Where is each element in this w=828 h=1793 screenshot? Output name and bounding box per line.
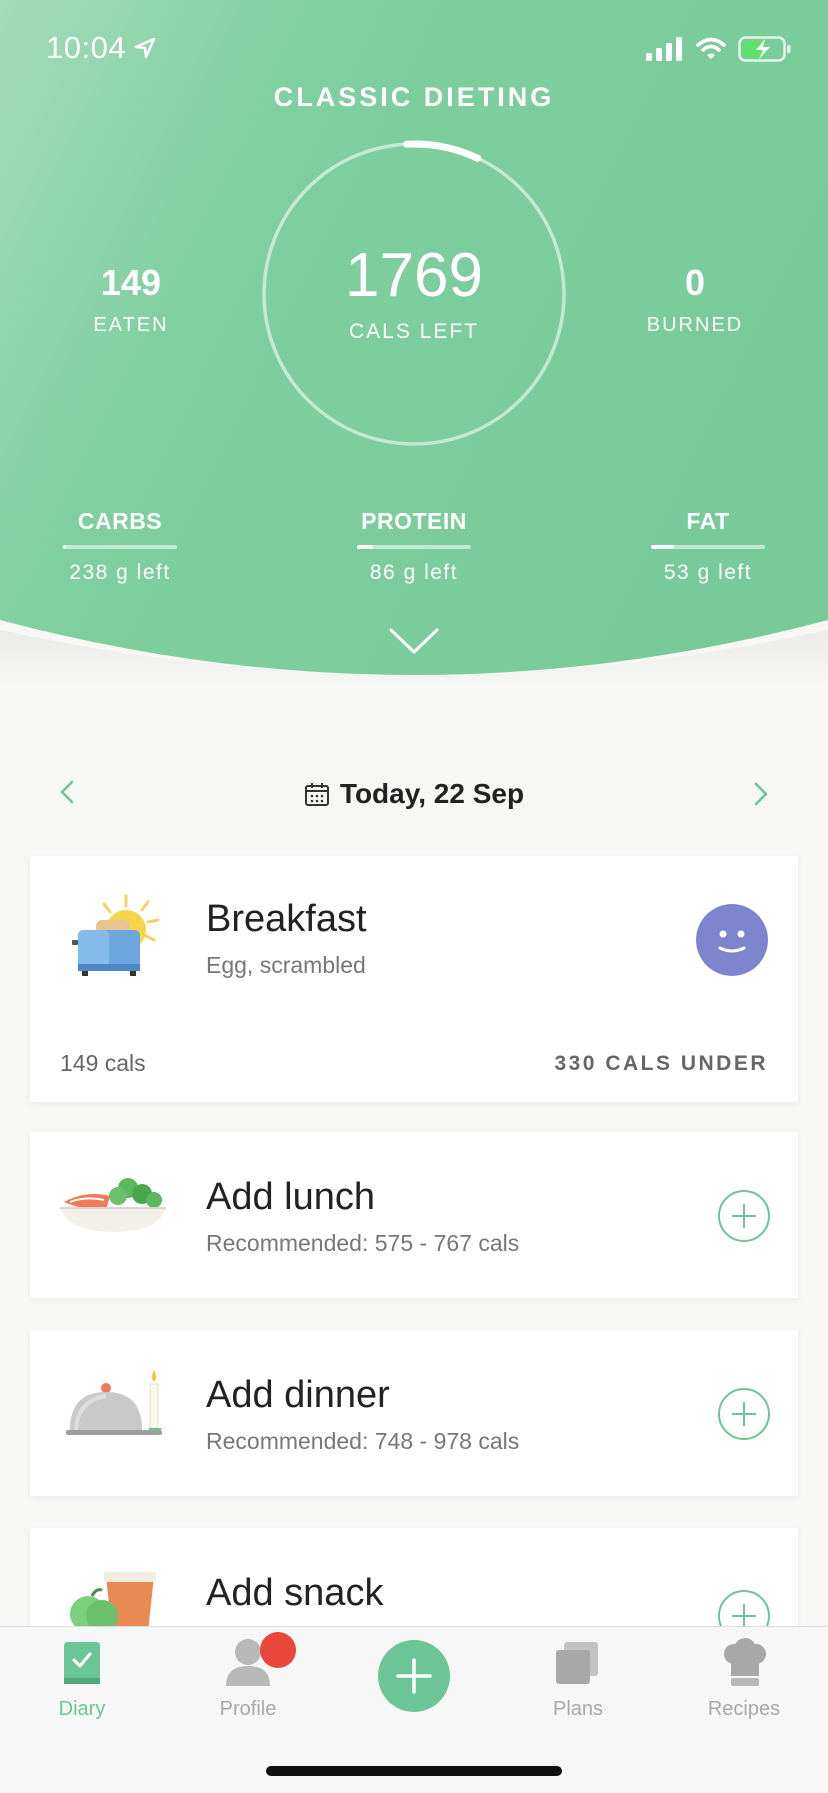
date-label: Today, 22 Sep [339,778,525,809]
salad-bowl-icon [60,1178,166,1232]
macro-left: 238 g left [69,561,171,584]
lunch-recommended: Recommended: 575 - 767 cals [206,1230,520,1256]
macro-name: CARBS [77,508,163,534]
lunch-title: Add lunch [206,1176,376,1218]
mood-avatar-icon[interactable] [696,904,768,976]
breakfast-card[interactable]: Breakfast Egg, scrambled 149 cals 330 CA… [30,856,798,1102]
date-selector[interactable]: Today, 22 Sep [0,778,828,810]
dinner-card[interactable]: Add dinner Recommended: 748 - 978 cals [30,1330,798,1496]
chef-hat-icon [724,1638,766,1686]
profile-person-icon [226,1632,296,1686]
macro-left: 86 g left [369,561,459,584]
macro-bar [357,545,471,549]
breakfast-status: 330 CALS UNDER [554,1052,768,1075]
plans-cards-icon [556,1642,598,1684]
snack-apple-cup-icon [70,1572,156,1632]
burned-label: BURNED [646,314,744,336]
home-indicator [266,1766,562,1776]
battery-charging-icon [738,36,791,62]
calorie-ring-progress [403,140,482,162]
macro-carbs: CARBS 238 g left [50,508,190,585]
chevron-down-icon[interactable] [388,626,440,656]
burned-value: 0 [684,262,706,303]
breakfast-cals: 149 cals [60,1050,146,1076]
dinner-title: Add dinner [206,1374,390,1416]
chevron-right-icon[interactable] [750,780,772,808]
macro-name: PROTEIN [361,508,467,534]
tab-diary-label: Diary [58,1698,106,1720]
macro-bar [63,545,177,549]
dinner-recommended: Recommended: 748 - 978 cals [206,1428,520,1454]
signal-icon [646,37,682,61]
snack-title: Add snack [206,1572,384,1614]
eaten-value: 149 [100,262,162,303]
add-lunch-button[interactable] [718,1190,770,1242]
tab-plans-label: Plans [552,1698,604,1720]
calendar-icon [304,783,329,806]
tab-profile-label: Profile [219,1698,277,1720]
cloche-candle-icon [66,1370,162,1435]
macro-bar [651,545,765,549]
macro-bar-fill [651,545,674,549]
macro-left: 53 g left [663,561,753,584]
status-icons [646,36,792,62]
lunch-card[interactable]: Add lunch Recommended: 575 - 767 cals [30,1132,798,1298]
macro-bar-fill [63,545,67,549]
breakfast-toaster-icon [72,894,160,976]
cals-left-value: 1769 [345,241,483,310]
add-entry-button[interactable] [378,1640,450,1712]
notification-badge [260,1632,296,1668]
diary-book-icon [64,1642,100,1684]
macro-bar-fill [357,545,373,549]
tab-recipes-label: Recipes [707,1698,781,1720]
location-arrow-icon [134,37,156,59]
macro-fat: FAT 53 g left [638,508,778,585]
eaten-label: EATEN [93,314,169,336]
plan-title: CLASSIC DIETING [273,82,555,112]
breakfast-items: Egg, scrambled [206,952,366,978]
cals-left-label: CALS LEFT [348,320,480,343]
wifi-icon [696,37,726,59]
status-time: 10:04 [46,30,156,66]
macro-protein: PROTEIN 86 g left [344,508,484,585]
breakfast-title: Breakfast [206,898,367,940]
add-dinner-button[interactable] [718,1388,770,1440]
macro-name: FAT [686,508,730,534]
